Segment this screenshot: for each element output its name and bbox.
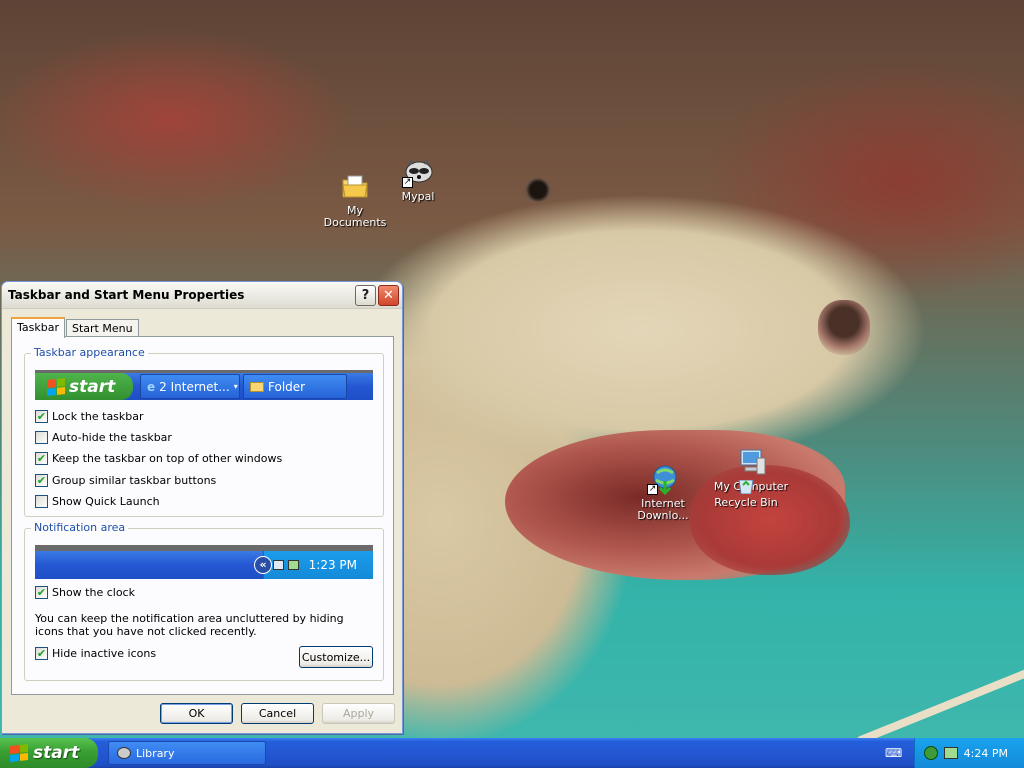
preview-task-button-internet: e 2 Internet... ▾ bbox=[140, 374, 240, 399]
windows-logo-icon bbox=[10, 744, 28, 762]
tab-strip: Taskbar Start Menu bbox=[11, 317, 140, 338]
globe-network-icon[interactable] bbox=[923, 746, 938, 760]
help-button[interactable]: ? bbox=[355, 284, 376, 306]
recycle-bin-icon bbox=[730, 479, 762, 495]
volume-icon bbox=[287, 560, 299, 570]
desktop-icon-label: Recycle Bin bbox=[714, 496, 778, 509]
auto-hide-checkbox[interactable]: Auto-hide the taskbar bbox=[35, 431, 172, 444]
start-button[interactable]: start bbox=[0, 738, 98, 768]
taskbar-preview-image: start e 2 Internet... ▾ Folder bbox=[35, 370, 373, 400]
wallpaper-dog-eye bbox=[522, 178, 554, 202]
taskbar: start Library ⌨ 4:24 PM bbox=[0, 738, 1024, 768]
checkbox-box[interactable]: ✔ bbox=[35, 647, 48, 660]
mypal-raccoon-icon: ↗ bbox=[402, 156, 434, 188]
network-icon bbox=[272, 560, 284, 570]
dialog-title: Taskbar and Start Menu Properties bbox=[8, 288, 245, 302]
chevron-left-icon: « bbox=[254, 556, 272, 574]
cancel-button[interactable]: Cancel bbox=[241, 703, 314, 724]
show-clock-checkbox[interactable]: ✔ Show the clock bbox=[35, 586, 135, 599]
desktop-icon-label: My Documents bbox=[323, 204, 387, 229]
keep-on-top-checkbox[interactable]: ✔ Keep the taskbar on top of other windo… bbox=[35, 452, 282, 465]
notification-area-group: Notification area « 1:23 PM ✔ Show the c… bbox=[24, 521, 384, 681]
checkbox-label: Show Quick Launch bbox=[52, 495, 160, 508]
tab-taskbar[interactable]: Taskbar bbox=[11, 317, 65, 338]
lock-taskbar-checkbox[interactable]: ✔ Lock the taskbar bbox=[35, 410, 144, 423]
windows-logo-icon bbox=[47, 377, 65, 396]
preview-task-label: 2 Internet... bbox=[159, 379, 230, 394]
ok-button[interactable]: OK bbox=[160, 703, 233, 724]
preview-start-label: start bbox=[69, 376, 116, 397]
quick-launch-checkbox[interactable]: Show Quick Launch bbox=[35, 495, 160, 508]
taskbar-tab-panel: Taskbar appearance start e 2 Internet...… bbox=[11, 336, 394, 695]
group-buttons-checkbox[interactable]: ✔ Group similar taskbar buttons bbox=[35, 474, 216, 487]
desktop-icon-label: Mypal bbox=[401, 190, 435, 203]
checkbox-box[interactable]: ✔ bbox=[35, 452, 48, 465]
close-button[interactable]: ✕ bbox=[378, 284, 399, 306]
checkbox-label: Auto-hide the taskbar bbox=[52, 431, 172, 444]
preview-clock: 1:23 PM bbox=[308, 558, 357, 572]
group-legend: Notification area bbox=[31, 521, 129, 534]
hide-inactive-checkbox[interactable]: ✔ Hide inactive icons bbox=[35, 647, 156, 660]
folder-icon bbox=[250, 381, 264, 392]
folder-documents-icon bbox=[339, 170, 371, 202]
checkbox-box[interactable]: ✔ bbox=[35, 586, 48, 599]
system-tray: 4:24 PM bbox=[914, 738, 1024, 768]
task-label: Library bbox=[136, 746, 175, 760]
desktop-icon-mypal[interactable]: ↗ Mypal bbox=[378, 156, 458, 203]
computer-icon bbox=[735, 446, 767, 478]
group-legend: Taskbar appearance bbox=[31, 346, 148, 359]
checkbox-box[interactable]: ✔ bbox=[35, 474, 48, 487]
checkbox-label: Group similar taskbar buttons bbox=[52, 474, 217, 487]
globe-download-icon: ↗ bbox=[647, 463, 679, 496]
preview-tray: « 1:23 PM bbox=[254, 551, 373, 579]
dropdown-arrow-icon: ▾ bbox=[233, 382, 238, 391]
checkbox-label: Hide inactive icons bbox=[52, 647, 157, 660]
notification-preview-image: « 1:23 PM bbox=[35, 545, 373, 579]
keyboard-icon[interactable]: ⌨ bbox=[885, 746, 902, 760]
preview-task-button-folder: Folder bbox=[243, 374, 347, 399]
notification-description: You can keep the notification area unclu… bbox=[35, 612, 344, 638]
checkbox-label: Show the clock bbox=[52, 586, 135, 599]
mypal-raccoon-icon bbox=[117, 747, 131, 759]
checkbox-box[interactable]: ✔ bbox=[35, 410, 48, 423]
customize-button[interactable]: Customize... bbox=[299, 646, 373, 668]
wallpaper-dog-nose bbox=[818, 300, 870, 355]
tray-clock[interactable]: 4:24 PM bbox=[964, 747, 1008, 760]
checkbox-label: Keep the taskbar on top of other windows bbox=[52, 452, 283, 465]
checkbox-label: Lock the taskbar bbox=[52, 410, 144, 423]
desktop-icon-recycle-bin[interactable]: Recycle Bin bbox=[706, 479, 786, 509]
task-button-library[interactable]: Library bbox=[108, 741, 266, 765]
ie-icon: e bbox=[147, 379, 156, 394]
apply-button: Apply bbox=[322, 703, 395, 724]
shortcut-arrow-icon: ↗ bbox=[647, 484, 658, 495]
taskbar-appearance-group: Taskbar appearance start e 2 Internet...… bbox=[24, 346, 384, 517]
checkbox-box[interactable] bbox=[35, 431, 48, 444]
preview-task-label: Folder bbox=[268, 379, 306, 394]
desktop-icon-internet-download-manager[interactable]: ↗ Internet Downlo... bbox=[623, 463, 703, 522]
preview-start-button: start bbox=[35, 373, 133, 400]
taskbar-properties-dialog: Taskbar and Start Menu Properties ? ✕ Ta… bbox=[1, 281, 403, 734]
checkbox-box[interactable] bbox=[35, 495, 48, 508]
wallpaper-rope bbox=[855, 662, 1024, 738]
start-label: start bbox=[33, 743, 80, 763]
desktop-icon-label: Internet Downlo... bbox=[637, 497, 689, 522]
shortcut-arrow-icon: ↗ bbox=[402, 177, 413, 188]
speaker-network-icon[interactable] bbox=[943, 747, 958, 759]
dialog-titlebar[interactable]: Taskbar and Start Menu Properties ? ✕ bbox=[2, 282, 402, 309]
